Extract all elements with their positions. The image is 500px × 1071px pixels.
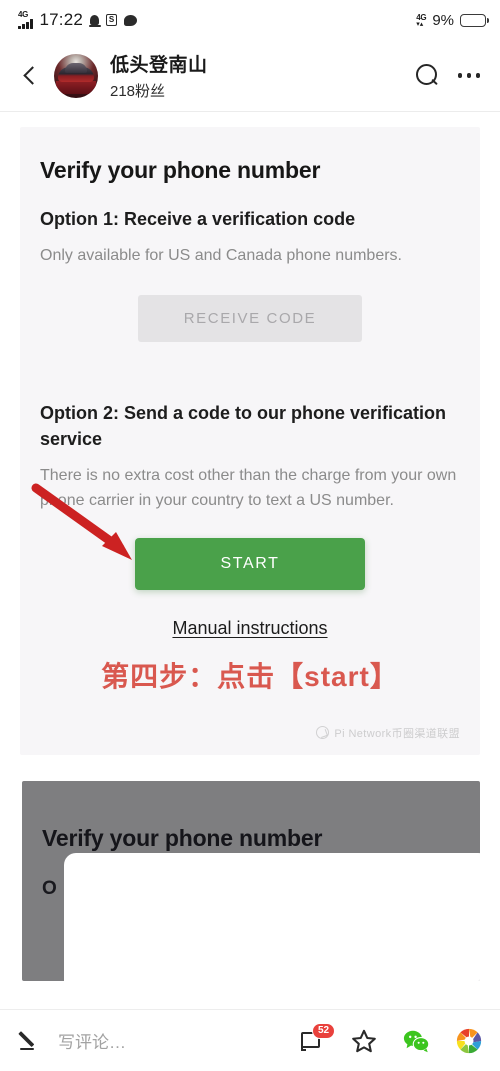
receive-code-button[interactable]: RECEIVE CODE (137, 294, 363, 342)
user-name: 低头登南山 (110, 55, 208, 76)
wechat-share-icon[interactable] (403, 1029, 430, 1053)
watermark-text: Pi Network币圈渠道联盟 (334, 727, 460, 740)
back-button-icon[interactable] (18, 64, 42, 88)
avatar[interactable] (54, 53, 98, 98)
aperture-share-icon[interactable] (456, 1028, 482, 1054)
chat-blob-icon (124, 14, 138, 26)
option1-heading: Option 1: Receive a verification code (40, 209, 356, 229)
status-bar-left: 4G 17:22 S (18, 10, 138, 30)
battery-icon (460, 13, 489, 27)
status-bar: 4G 17:22 S 4G ▾▴ 9% (0, 0, 500, 40)
comment-input[interactable]: 写评论… (58, 1028, 287, 1053)
data-arrows-icon: ▾▴ (416, 20, 424, 28)
page-title: Verify your phone number (40, 157, 321, 183)
post-content-scroll[interactable]: Verify your phone number Option 1: Recei… (0, 113, 500, 1009)
bottom-action-bar: 写评论… 52 (0, 1009, 500, 1071)
start-button[interactable]: START (134, 537, 366, 590)
sogou-icon: S (106, 14, 118, 26)
modal-sheet (64, 852, 480, 981)
more-options-icon[interactable] (452, 73, 480, 78)
option2-description: There is no extra cost other than the ch… (40, 467, 457, 509)
option2-heading: Option 2: Send a code to our phone verif… (40, 402, 447, 449)
screenshot-card-2: Verify your phone number O (22, 780, 480, 981)
network-type-label: 4G (18, 10, 29, 19)
signal-icon: 4G (18, 11, 33, 29)
pencil-icon[interactable] (18, 1028, 44, 1054)
screenshot-card-1: Verify your phone number Option 1: Recei… (20, 127, 480, 755)
manual-instructions-link[interactable]: Manual instructions (40, 618, 460, 639)
search-icon[interactable] (414, 63, 440, 89)
receive-code-row: RECEIVE CODE (40, 294, 460, 342)
comment-count-badge: 52 (312, 1022, 336, 1039)
start-button-row: START (31, 483, 460, 590)
status-bar-right: 4G ▾▴ 9% (416, 11, 489, 29)
bell-icon (88, 15, 101, 27)
user-info[interactable]: 低头登南山 218粉丝 (110, 50, 402, 101)
annotation-caption: 第四步：点击【start】 (101, 660, 399, 692)
page-title-2: Verify your phone number (42, 824, 323, 851)
watermark: Pi Network币圈渠道联盟 (40, 725, 460, 741)
comment-bubble-icon[interactable]: 52 (301, 1022, 336, 1053)
status-bar-clock: 17:22 (39, 10, 84, 29)
data-network-icon: 4G ▾▴ (416, 13, 426, 28)
follower-count: 218粉丝 (110, 83, 166, 100)
bottom-actions: 52 (301, 1022, 482, 1054)
battery-percent-label: 9% (432, 11, 454, 29)
option1-description: Only available for US and Canada phone n… (40, 247, 402, 265)
pi-network-logo-icon (316, 726, 330, 740)
app-header: 低头登南山 218粉丝 (0, 40, 500, 112)
star-icon[interactable] (351, 1028, 377, 1054)
